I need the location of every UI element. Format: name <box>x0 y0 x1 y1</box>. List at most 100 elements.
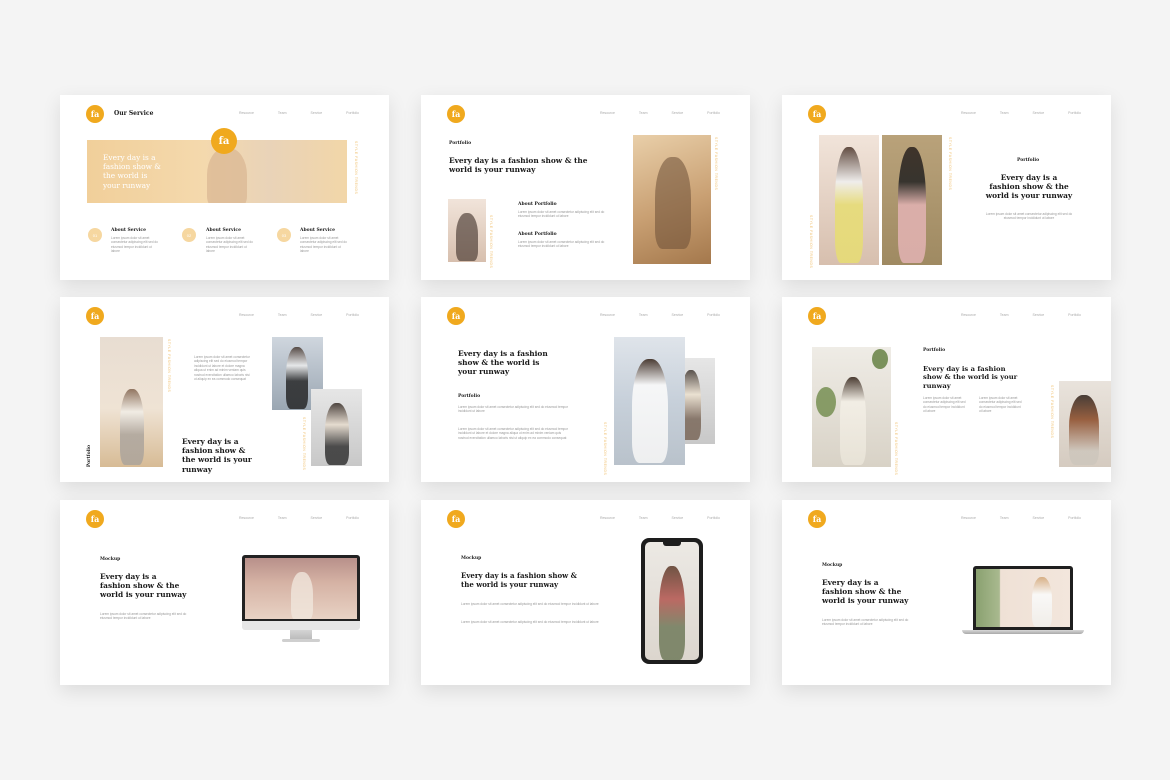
nav: Resource Team Service Portfolio <box>961 111 1081 115</box>
vertical-text-2: STYLE FASHION TRENDS <box>302 417 306 471</box>
laptop-screen <box>976 569 1070 627</box>
vertical-text-right: STYLE FASHION TRENDS <box>714 137 718 191</box>
logo: fa <box>808 307 826 325</box>
section-label: Portfolio <box>449 141 472 146</box>
description-2: Lorem ipsum dolor sit amet consectetur a… <box>461 620 599 624</box>
nav-team: Team <box>277 313 287 317</box>
nav-resource: Resource <box>960 111 976 115</box>
nav-service: Service <box>1032 313 1045 317</box>
banner-logo-badge: fa <box>211 128 237 154</box>
monitor-screen <box>245 558 357 619</box>
vertical-text: STYLE FASHION TRENDS <box>894 422 898 476</box>
model-figure <box>456 213 478 261</box>
nav-team: Team <box>999 516 1009 520</box>
section-label: Mockup <box>100 557 121 562</box>
nav-portfolio: Portfolio <box>1068 516 1081 520</box>
portfolio-photo-1 <box>819 135 879 265</box>
nav-portfolio: Portfolio <box>346 111 359 115</box>
nav-service: Service <box>310 111 323 115</box>
nav-service: Service <box>671 313 684 317</box>
description-1: Lorem ipsum dolor sit amet consectetur a… <box>461 602 599 606</box>
slide-8-mockup-phone[interactable]: fa Resource Team Service Portfolio Mocku… <box>421 500 750 685</box>
about-title-2: About Portfolio <box>518 232 557 237</box>
nav: Resource Team Service Portfolio <box>600 313 720 317</box>
slide-1-our-service[interactable]: fa Our Service Resource Team Service Por… <box>60 95 389 280</box>
service-number-3: 03 <box>277 228 291 242</box>
nav: Resource Team Service Portfolio <box>961 313 1081 317</box>
desktop-monitor <box>242 555 360 629</box>
model-figure <box>835 147 863 263</box>
nav: Resource Team Service Portfolio <box>961 516 1081 520</box>
nav-service: Service <box>671 516 684 520</box>
headline: Every day is a fashion show & the world … <box>449 156 588 175</box>
nav-resource: Resource <box>238 313 254 317</box>
vertical-text: STYLE FASHION TRENDS <box>354 141 358 195</box>
description-1: Lorem ipsum dolor sit amet consectetur a… <box>923 396 966 414</box>
logo: fa <box>808 105 826 123</box>
portfolio-photo-room <box>812 347 891 467</box>
model-figure <box>120 389 144 465</box>
laptop-lid <box>973 566 1073 630</box>
section-label: Mockup <box>822 563 843 568</box>
description: Lorem ipsum dolor sit amet consectetur a… <box>985 212 1073 221</box>
service-title-3: About Service <box>300 228 335 233</box>
model-figure <box>207 148 247 203</box>
section-label-vertical: Portfolio <box>87 445 92 468</box>
nav-portfolio: Portfolio <box>346 516 359 520</box>
service-desc-3: Lorem ipsum dolor sit amet consectetur a… <box>300 236 347 254</box>
vertical-text: STYLE FASHION TRENDS <box>603 422 607 476</box>
slide-5-portfolio[interactable]: fa Resource Team Service Portfolio Every… <box>421 297 750 482</box>
slide-3-portfolio[interactable]: fa Resource Team Service Portfolio STYLE… <box>782 95 1111 280</box>
model-figure <box>898 147 926 263</box>
slide-4-portfolio[interactable]: fa Resource Team Service Portfolio Portf… <box>60 297 389 482</box>
description: Lorem ipsum dolor sit amet consectetur a… <box>100 612 187 621</box>
slide-title: Our Service <box>114 110 154 117</box>
portfolio-photo-large <box>633 135 711 264</box>
headline: Every day is a fashion show & the world … <box>182 437 252 474</box>
logo: fa <box>447 510 465 528</box>
nav-service: Service <box>1032 111 1045 115</box>
description: Lorem ipsum dolor sit amet consectetur a… <box>822 618 909 627</box>
nav-portfolio: Portfolio <box>707 313 720 317</box>
nav: Resource Team Service Portfolio <box>600 111 720 115</box>
nav: Resource Team Service Portfolio <box>239 516 359 520</box>
nav-portfolio: Portfolio <box>707 111 720 115</box>
model-figure <box>286 347 308 409</box>
nav-portfolio: Portfolio <box>1068 111 1081 115</box>
nav-resource: Resource <box>238 516 254 520</box>
section-label: Portfolio <box>923 348 946 353</box>
phone-notch <box>663 542 681 546</box>
nav-resource: Resource <box>599 313 615 317</box>
service-number-1: 01 <box>88 228 102 242</box>
nav-resource: Resource <box>599 516 615 520</box>
portfolio-photo-2 <box>882 135 942 265</box>
service-title-2: About Service <box>206 228 241 233</box>
portfolio-photo-front <box>614 337 685 465</box>
slide-2-portfolio[interactable]: fa Resource Team Service Portfolio Portf… <box>421 95 750 280</box>
section-label: Mockup <box>461 556 482 561</box>
slide-6-portfolio[interactable]: fa Resource Team Service Portfolio STYLE… <box>782 297 1111 482</box>
phone-screen <box>645 542 699 660</box>
slide-9-mockup-laptop[interactable]: fa Resource Team Service Portfolio Mocku… <box>782 500 1111 685</box>
headline: Every day is a fashion show & the world … <box>458 349 548 377</box>
section-label: Portfolio <box>458 394 481 399</box>
portfolio-photo-3 <box>311 389 362 466</box>
description-1: Lorem ipsum dolor sit amet consectetur a… <box>458 405 569 414</box>
model-figure <box>1069 395 1099 465</box>
monitor-base <box>282 639 320 642</box>
service-number-2: 02 <box>182 228 196 242</box>
headline: Every day is a fashion show & the world … <box>923 365 1018 390</box>
slide-7-mockup-desktop[interactable]: fa Resource Team Service Portfolio Mocku… <box>60 500 389 685</box>
vertical-text-right: STYLE FASHION TRENDS <box>948 137 952 191</box>
model-figure <box>840 377 866 465</box>
model-figure <box>632 359 668 463</box>
plant-decor <box>816 387 836 417</box>
description-2: Lorem ipsum dolor sit amet consectetur a… <box>979 396 1022 414</box>
nav-service: Service <box>1032 516 1045 520</box>
headline: Every day is a fashion show & the world … <box>985 173 1073 201</box>
nav-portfolio: Portfolio <box>346 313 359 317</box>
nav-portfolio: Portfolio <box>707 516 720 520</box>
laptop-base <box>962 630 1084 634</box>
about-desc-2: Lorem ipsum dolor sit amet consectetur a… <box>518 240 605 249</box>
logo: fa <box>447 307 465 325</box>
